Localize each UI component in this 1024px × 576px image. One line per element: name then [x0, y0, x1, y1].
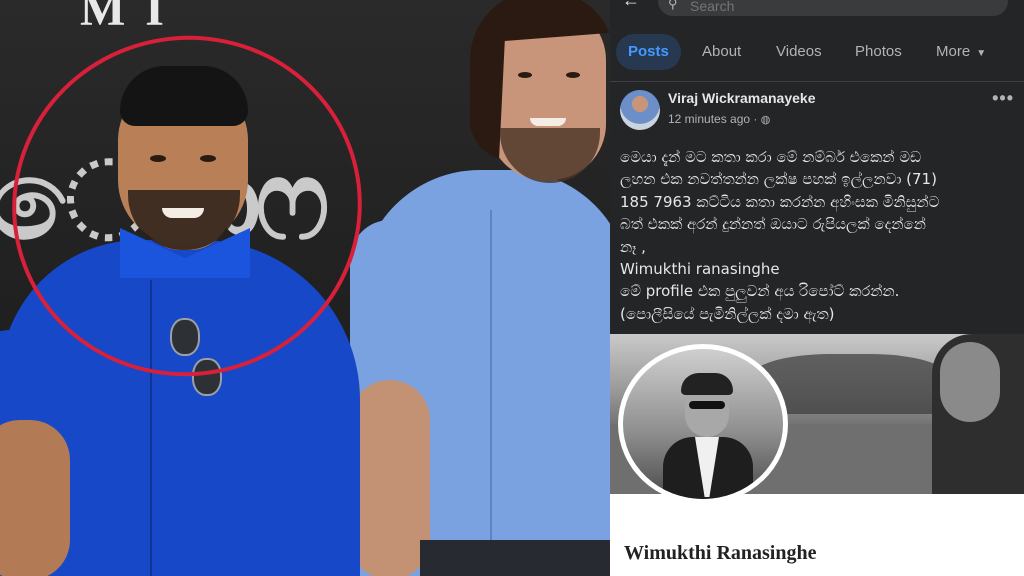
post-line: බත් එකක් අරන් දුන්නත් ඔයාට රුපියලක් දෙන්… — [620, 215, 926, 234]
tab-more[interactable]: More ▼ — [936, 34, 986, 70]
top-bar: ← ⚲ — [610, 0, 1024, 22]
post-body: මෙයා දැන් මට කතා කරා මේ නම්බර් එකෙන් මඩ … — [620, 146, 1020, 325]
facebook-post-screenshot: ← ⚲ Posts About Videos Photos More▼ Vira… — [610, 0, 1024, 576]
right-person-eye — [518, 72, 532, 78]
profile-name-card: Wimukthi Ranasinghe — [610, 494, 1024, 576]
right-person-smile — [530, 118, 566, 126]
globe-icon: ◍ — [760, 114, 771, 126]
tab-photos[interactable]: Photos — [855, 34, 902, 70]
search-icon: ⚲ — [668, 0, 678, 11]
post-timestamp[interactable]: 12 minutes ago · ◍ — [668, 112, 770, 126]
post-line: මෙයා දැන් මට කතා කරා මේ නම්බර් එකෙන් මඩ — [620, 148, 922, 166]
tab-videos[interactable]: Videos — [776, 34, 822, 70]
news-photo: MI ෙසාෆ — [0, 0, 610, 576]
right-person-arm — [350, 380, 430, 576]
right-person-belt — [420, 540, 610, 576]
tab-about[interactable]: About — [702, 34, 741, 70]
search-input[interactable] — [688, 0, 992, 16]
post-line: මේ profile එක පුලුවන් අය රිපෝට් කරන්න. — [620, 282, 900, 301]
more-options-icon[interactable]: ••• — [992, 88, 1014, 109]
search-bar[interactable]: ⚲ — [658, 0, 1008, 16]
divider — [610, 81, 1024, 82]
right-person-sleeve — [350, 220, 445, 400]
tab-posts[interactable]: Posts — [616, 34, 681, 70]
post-line: (පොලීසියේ පැමිනිල්ලක් දමා ඇත) — [620, 304, 835, 323]
profile-picture[interactable] — [618, 344, 788, 504]
post-line: ලහන එක නවත්තන්න ලක්ෂ පහක් ඉල්ලනවා (71) — [620, 170, 937, 189]
left-person-arm — [0, 420, 70, 576]
background-banner-text: MI — [80, 0, 184, 36]
chevron-down-icon: ▼ — [976, 48, 987, 59]
post-line: නෑ , — [620, 237, 646, 256]
right-person-eye — [566, 72, 580, 78]
post-line: 185 7963 කට්ටිය කතා කරන්න අහිංසක මිනිසුන… — [620, 192, 940, 211]
post-header: Viraj Wickramanayeke 12 minutes ago · ◍ … — [620, 88, 1020, 132]
post-author[interactable]: Viraj Wickramanayeke — [668, 90, 816, 106]
back-arrow-icon[interactable]: ← — [622, 0, 640, 9]
profile-tabs: Posts About Videos Photos More ▼ — [610, 34, 1024, 70]
profile-name[interactable]: Wimukthi Ranasinghe — [624, 542, 816, 565]
author-avatar[interactable] — [620, 90, 660, 130]
post-line-profile-mention: Wimukthi ranasinghe — [620, 260, 780, 279]
